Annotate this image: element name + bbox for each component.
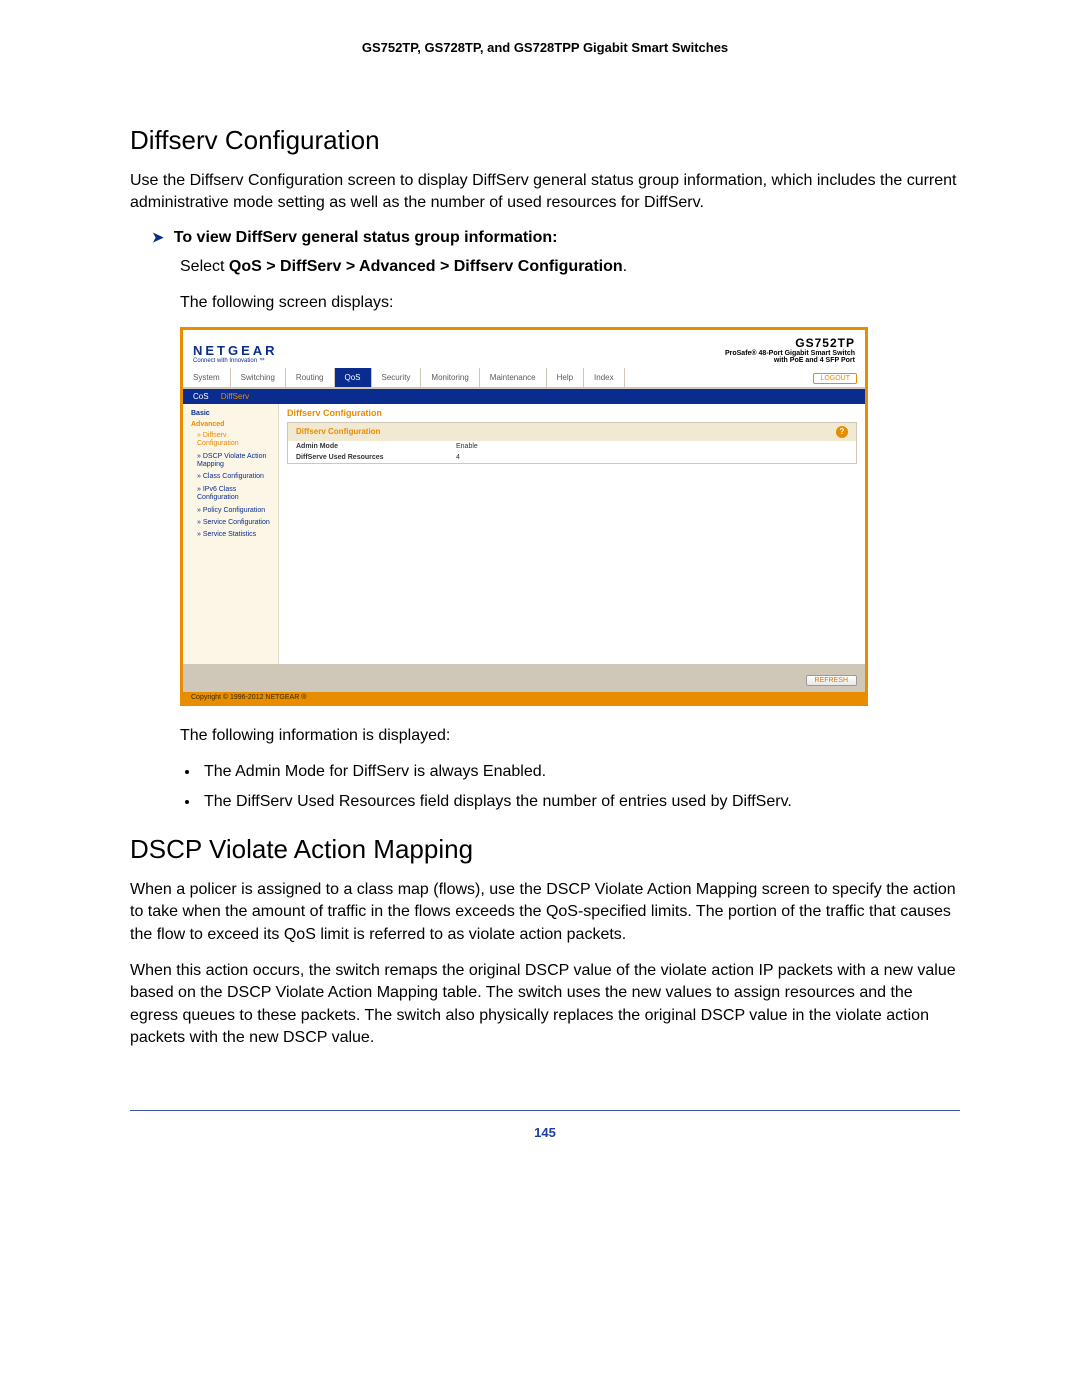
procedure-title: To view DiffServ general status group in… xyxy=(174,229,558,247)
step-suffix: . xyxy=(623,258,627,275)
paragraph: When this action occurs, the switch rema… xyxy=(130,960,960,1050)
sidebar-group-advanced[interactable]: Advanced xyxy=(183,419,278,430)
section-heading-diffserv-config: Diffserv Configuration xyxy=(130,125,960,156)
list-item: The DiffServ Used Resources field displa… xyxy=(200,790,960,814)
tab-maintenance[interactable]: Maintenance xyxy=(480,368,547,387)
sidebar-item-class-config[interactable]: » Class Configuration xyxy=(183,471,278,483)
list-item: The Admin Mode for DiffServ is always En… xyxy=(200,760,960,784)
refresh-button[interactable]: REFRESH xyxy=(806,675,857,686)
section-heading-dscp-violate: DSCP Violate Action Mapping xyxy=(130,834,960,865)
procedure-arrow-icon: ➤ xyxy=(152,229,164,246)
main-title: Diffserv Configuration xyxy=(287,408,857,418)
tab-qos[interactable]: QoS xyxy=(335,368,372,387)
tab-monitoring[interactable]: Monitoring xyxy=(421,368,479,387)
tab-switching[interactable]: Switching xyxy=(231,368,286,387)
sidebar-item-label: Policy Configuration xyxy=(203,507,265,514)
config-panel: Diffserv Configuration ? Admin Mode Enab… xyxy=(287,422,857,464)
help-icon[interactable]: ? xyxy=(836,426,848,438)
subtab-cos[interactable]: CoS xyxy=(193,392,209,401)
field-value: Enable xyxy=(456,443,478,450)
sidebar-item-label: Service Configuration xyxy=(203,519,270,526)
copyright: Copyright © 1996-2012 NETGEAR ® xyxy=(183,692,865,703)
model-desc: ProSafe® 48-Port Gigabit Smart Switch xyxy=(725,350,855,357)
admin-screenshot: NETGEAR Connect with Innovation ™ GS752T… xyxy=(180,327,868,706)
netgear-logo: NETGEAR Connect with Innovation ™ xyxy=(193,343,278,364)
tab-routing[interactable]: Routing xyxy=(286,368,335,387)
field-value: 4 xyxy=(456,454,460,461)
tab-security[interactable]: Security xyxy=(372,368,422,387)
step-path: QoS > DiffServ > Advanced > Diffserv Con… xyxy=(229,258,623,275)
model-info: GS752TP ProSafe® 48-Port Gigabit Smart S… xyxy=(725,336,855,364)
sidebar-item-ipv6-class[interactable]: » IPv6 Class Configuration xyxy=(183,484,278,505)
field-label: DiffServe Used Resources xyxy=(296,454,456,461)
paragraph: When a policer is assigned to a class ma… xyxy=(130,879,960,946)
logout-button[interactable]: LOGOUT xyxy=(813,373,857,384)
sidebar-item-label: Class Configuration xyxy=(203,473,264,480)
sub-nav: CoS DiffServ xyxy=(183,389,865,404)
paragraph: The following screen displays: xyxy=(130,291,960,315)
brand-tagline: Connect with Innovation ™ xyxy=(193,358,278,364)
step-prefix: Select xyxy=(180,258,229,275)
action-bar: REFRESH xyxy=(183,664,865,692)
sidebar-item-diffserv-config[interactable]: » Diffserv Configuration xyxy=(183,430,278,451)
paragraph: Use the Diffserv Configuration screen to… xyxy=(130,170,960,215)
field-label: Admin Mode xyxy=(296,443,456,450)
sidebar-item-label: DSCP Violate Action Mapping xyxy=(197,453,266,468)
paragraph: The following information is displayed: xyxy=(130,724,960,748)
tab-system[interactable]: System xyxy=(183,368,231,387)
model-number: GS752TP xyxy=(725,336,855,350)
sidebar-item-service-stats[interactable]: » Service Statistics xyxy=(183,529,278,541)
sidebar-item-label: IPv6 Class Configuration xyxy=(197,486,239,501)
sidebar-item-policy-config[interactable]: » Policy Configuration xyxy=(183,505,278,517)
page-number: 145 xyxy=(130,1125,960,1140)
sidebar-group-basic[interactable]: Basic xyxy=(183,408,278,419)
subtab-diffserv[interactable]: DiffServ xyxy=(221,392,249,401)
main-nav-tabs: System Switching Routing QoS Security Mo… xyxy=(183,368,865,389)
tab-index[interactable]: Index xyxy=(584,368,625,387)
sidebar-item-dscp-violate[interactable]: » DSCP Violate Action Mapping xyxy=(183,451,278,472)
sidebar: Basic Advanced » Diffserv Configuration … xyxy=(183,404,279,664)
panel-title: Diffserv Configuration xyxy=(296,427,380,436)
document-header: GS752TP, GS728TP, and GS728TPP Gigabit S… xyxy=(130,40,960,55)
brand-text: NETGEAR xyxy=(193,343,278,358)
tab-help[interactable]: Help xyxy=(547,368,584,387)
procedure-step: Select QoS > DiffServ > Advanced > Diffs… xyxy=(130,255,960,279)
bullet-list: The Admin Mode for DiffServ is always En… xyxy=(130,760,960,814)
main-panel: Diffserv Configuration Diffserv Configur… xyxy=(279,404,865,664)
model-desc: with PoE and 4 SFP Port xyxy=(725,357,855,364)
sidebar-item-service-config[interactable]: » Service Configuration xyxy=(183,517,278,529)
sidebar-item-label: Diffserv Configuration xyxy=(197,432,239,447)
sidebar-item-label: Service Statistics xyxy=(203,531,256,538)
footer-rule xyxy=(130,1110,960,1111)
